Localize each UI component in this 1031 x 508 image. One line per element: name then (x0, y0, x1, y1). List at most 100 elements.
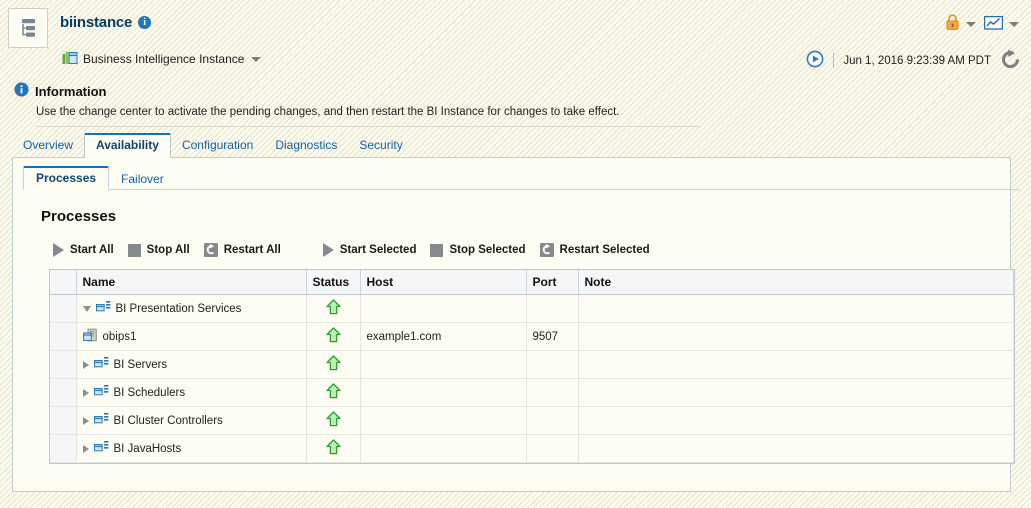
availability-panel: Processes Failover Processes Start All S… (12, 157, 1020, 492)
row-host-cell (360, 378, 527, 407)
stop-all-button[interactable]: Stop All (124, 242, 200, 259)
row-port-cell (526, 294, 579, 323)
subtab-failover[interactable]: Failover (109, 168, 176, 190)
column-header-name[interactable]: Name (76, 270, 307, 295)
status-up-icon (325, 299, 341, 318)
play-icon (53, 243, 64, 257)
table-row[interactable]: BI Schedulers (50, 378, 1014, 407)
main-tab-bar: Overview Availability Configuration Diag… (12, 132, 1031, 158)
row-note-cell (578, 350, 1014, 379)
row-name-label: BI Cluster Controllers (113, 414, 223, 427)
stop-icon (127, 243, 141, 257)
divider (833, 53, 835, 68)
start-all-label: Start All (70, 244, 114, 256)
subtab-processes[interactable]: Processes (23, 166, 110, 190)
row-name-label: BI Presentation Services (115, 302, 242, 315)
column-header-status[interactable]: Status (306, 270, 361, 295)
row-port-cell (526, 434, 579, 463)
restart-selected-button[interactable]: Restart Selected (536, 241, 660, 259)
row-note-cell (578, 434, 1014, 463)
expand-collapse-icon[interactable] (82, 416, 89, 425)
information-banner: Information Use the change center to act… (0, 78, 1031, 127)
play-icon (322, 243, 334, 257)
process-group-icon (93, 412, 109, 430)
tree-list-icon (8, 8, 48, 48)
column-header-note[interactable]: Note (578, 270, 1014, 295)
chevron-down-icon[interactable] (251, 56, 262, 62)
column-header-port[interactable]: Port (526, 270, 579, 295)
restart-all-button[interactable]: Restart All (200, 241, 291, 259)
row-name-cell: BI Servers (76, 350, 307, 379)
processes-table-wrapper: Name Status Host Port Note BI Presentati… (49, 269, 1015, 464)
row-status-cell (306, 294, 361, 323)
timestamp: Jun 1, 2016 9:23:39 AM PDT (843, 54, 991, 67)
row-name-label: BI JavaHosts (113, 442, 182, 455)
tab-security[interactable]: Security (348, 134, 413, 157)
lock-menu[interactable] (945, 14, 976, 34)
row-select-cell[interactable] (50, 406, 77, 435)
row-name-label: BI Schedulers (113, 386, 186, 399)
table-row[interactable]: BI Cluster Controllers (50, 406, 1014, 435)
processes-toolbar: Start All Stop All Restart All Start Sel… (49, 241, 1010, 259)
start-selected-label: Start Selected (339, 244, 417, 256)
row-host-cell (360, 434, 527, 463)
row-status-cell (306, 350, 361, 379)
table-row[interactable]: BI Presentation Services (50, 294, 1014, 323)
expand-collapse-icon[interactable] (82, 360, 89, 369)
header-actions (945, 14, 1019, 34)
row-status-cell (306, 322, 361, 351)
process-group-icon (93, 384, 109, 402)
page-title-row: biinstance i (60, 14, 152, 31)
sub-tab-bar: Processes Failover (23, 166, 1020, 190)
row-select-cell[interactable] (50, 294, 77, 323)
tab-overview[interactable]: Overview (12, 134, 84, 157)
row-select-cell[interactable] (50, 434, 77, 463)
chart-chevron-down-icon[interactable] (1009, 21, 1019, 27)
processes-table: Name Status Host Port Note BI Presentati… (50, 270, 1014, 463)
row-port-cell (526, 378, 579, 407)
process-group-icon (93, 356, 109, 374)
status-up-icon (325, 411, 341, 430)
table-row[interactable]: BI Servers (50, 350, 1014, 379)
lock-icon[interactable] (945, 14, 960, 34)
stop-selected-button[interactable]: Stop Selected (426, 242, 535, 259)
row-select-cell[interactable] (50, 350, 77, 379)
expand-collapse-icon[interactable] (82, 305, 91, 312)
chart-icon[interactable] (983, 15, 1004, 34)
page-header: biinstance i Business Intelligence Insta… (0, 0, 1031, 78)
refresh-icon[interactable] (1000, 49, 1021, 72)
chart-menu[interactable] (983, 15, 1019, 34)
stop-icon (430, 243, 444, 257)
tab-diagnostics[interactable]: Diagnostics (264, 134, 348, 157)
information-heading: Information (35, 83, 107, 99)
tab-configuration[interactable]: Configuration (171, 134, 264, 157)
expand-collapse-icon[interactable] (82, 444, 89, 453)
info-icon (14, 82, 29, 100)
start-selected-button[interactable]: Start Selected (319, 241, 427, 259)
restart-all-label: Restart All (223, 244, 281, 256)
row-name-cell: BI JavaHosts (76, 434, 307, 463)
column-header-select[interactable] (50, 270, 77, 295)
status-up-icon (325, 383, 341, 402)
row-select-cell[interactable] (50, 378, 77, 407)
start-all-button[interactable]: Start All (49, 241, 124, 259)
status-up-icon (325, 439, 341, 458)
table-row[interactable]: BI JavaHosts (50, 434, 1014, 463)
title-info-icon[interactable]: i (138, 16, 152, 29)
stop-all-label: Stop All (146, 244, 190, 256)
tab-availability[interactable]: Availability (84, 133, 171, 158)
expand-collapse-icon[interactable] (82, 388, 89, 397)
bi-instance-icon (62, 50, 78, 68)
stop-selected-label: Stop Selected (449, 244, 526, 256)
row-select-cell[interactable] (50, 322, 77, 351)
row-port-cell (526, 350, 579, 379)
process-node-icon (82, 328, 98, 346)
header-status-bar: Jun 1, 2016 9:23:39 AM PDT (806, 49, 1021, 72)
row-status-cell (306, 434, 361, 463)
play-circle-icon[interactable] (806, 50, 824, 71)
row-host-cell: example1.com (360, 322, 527, 351)
lock-chevron-down-icon[interactable] (966, 21, 976, 27)
instance-type-menu[interactable]: Business Intelligence Instance (62, 50, 262, 68)
table-row[interactable]: obips1 example1.com 9507 (50, 322, 1014, 351)
column-header-host[interactable]: Host (360, 270, 527, 295)
